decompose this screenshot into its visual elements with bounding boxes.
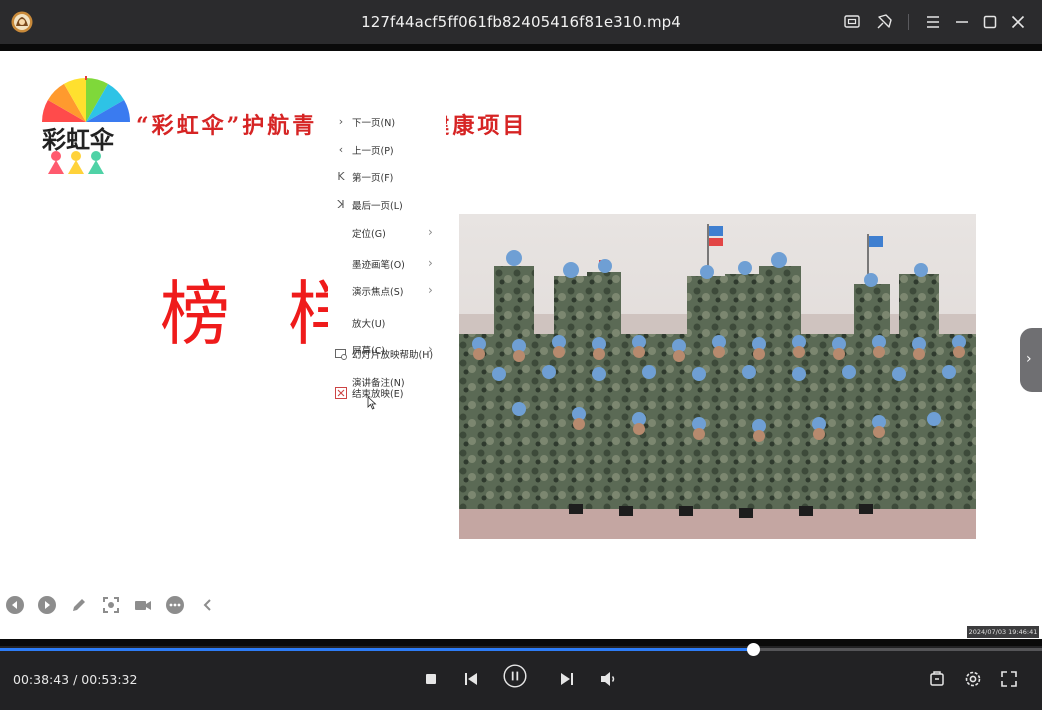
more-icon[interactable] [165, 595, 185, 615]
submenu-arrow-icon: › [428, 225, 433, 239]
title-bar: 127f44acf5ff061fb82405416f81e310.mp4 [0, 0, 1042, 44]
fullscreen-icon[interactable] [997, 667, 1021, 691]
next-button[interactable] [555, 667, 579, 691]
titlebar-divider [908, 14, 909, 30]
stop-button[interactable] [419, 667, 443, 691]
close-icon[interactable] [1008, 12, 1028, 32]
video-timestamp: 2024/07/03 19:46:41 [967, 626, 1039, 638]
menu-item-zoom[interactable]: 放大(U) [328, 314, 446, 332]
minimize-icon[interactable] [952, 12, 972, 32]
slideshow-help-icon [334, 347, 348, 361]
camera-icon[interactable] [133, 595, 153, 615]
time-display: 00:38:43 / 00:53:32 [13, 672, 138, 687]
end-show-icon [334, 386, 348, 400]
submenu-arrow-icon: › [428, 256, 433, 270]
group-photo [459, 214, 976, 539]
chevron-left-icon: ‹ [338, 143, 344, 156]
mouse-cursor-icon [367, 395, 377, 410]
focus-icon[interactable] [101, 595, 121, 615]
big-character-1: 榜 [160, 273, 230, 355]
progress-fill [0, 648, 754, 651]
pin-icon[interactable] [874, 12, 894, 32]
menu-item-prev-page[interactable]: ‹ 上一页(P) [328, 141, 446, 159]
next-slide-icon[interactable] [37, 595, 57, 615]
playlist-icon[interactable] [925, 667, 949, 691]
menu-item-end-show[interactable]: 结束放映(E) [328, 384, 446, 402]
first-page-icon: K [337, 170, 345, 183]
maximize-icon[interactable] [980, 12, 1000, 32]
menu-item-next-page[interactable]: › 下一页(N) [328, 113, 446, 131]
previous-button[interactable] [459, 667, 483, 691]
pen-icon[interactable] [69, 595, 89, 615]
slideshow-context-menu: › 下一页(N) ‹ 上一页(P) K 第一页(F) ꓘ 最后一页(L) 定位(… [328, 109, 446, 409]
menu-icon[interactable] [923, 12, 943, 32]
chevron-right-icon: › [1026, 351, 1032, 367]
menu-item-first-page[interactable]: K 第一页(F) [328, 168, 446, 186]
letterbox-top [0, 44, 1042, 51]
letterbox-bottom [0, 639, 1042, 646]
progress-bar[interactable] [0, 643, 1042, 656]
big-character-2: 样 [288, 279, 328, 349]
logo-text: 彩虹伞 [41, 126, 115, 154]
menu-item-presentation-focus[interactable]: 演示焦点(S) › [328, 282, 446, 300]
side-panel-toggle[interactable]: › [1020, 328, 1042, 392]
rainbow-umbrella-logo: 彩虹伞 [38, 74, 134, 180]
video-frame[interactable]: 彩虹伞 “彩虹伞”护航青 建康项目 榜 样 › 下一页(N) ‹ 上一页(P) … [0, 51, 1042, 639]
last-page-icon: ꓘ [337, 198, 345, 211]
screenshot-icon[interactable] [842, 12, 862, 32]
menu-item-ink-pen[interactable]: 墨迹画笔(O) › [328, 255, 446, 273]
chevron-right-icon: › [338, 115, 344, 128]
volume-icon[interactable] [596, 667, 620, 691]
settings-icon[interactable] [961, 667, 985, 691]
collapse-icon[interactable] [198, 595, 218, 615]
pause-button[interactable] [503, 664, 533, 694]
menu-item-goto[interactable]: 定位(G) › [328, 224, 446, 242]
menu-item-slideshow-help[interactable]: 幻灯片放映帮助(H) [328, 345, 446, 363]
submenu-arrow-icon: › [428, 283, 433, 297]
menu-item-last-page[interactable]: ꓘ 最后一页(L) [328, 196, 446, 214]
prev-slide-icon[interactable] [5, 595, 25, 615]
slide-heading-text: “彩虹伞”护航青 [136, 113, 318, 139]
